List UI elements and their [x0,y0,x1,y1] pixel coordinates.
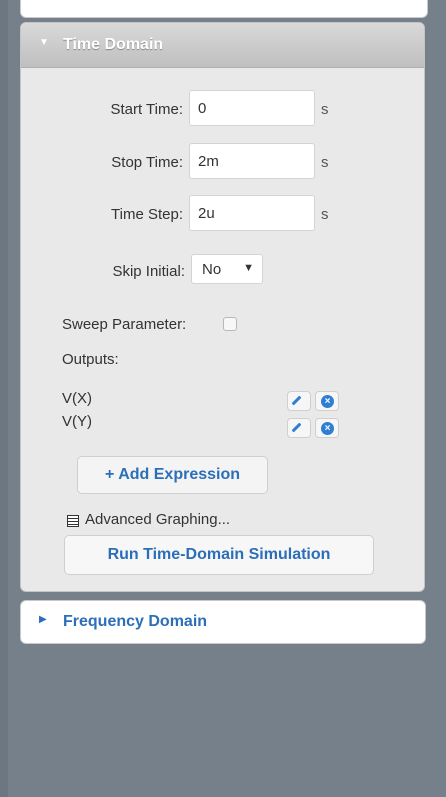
caret-down-icon: ▼ [39,37,49,48]
edit-output-vy-button[interactable] [287,418,311,438]
list-icon [67,515,79,527]
sweep-parameter-checkbox[interactable] [223,317,237,331]
stop-time-input[interactable]: 2m [189,143,315,179]
dropdown-caret-icon: ▼ [243,262,254,274]
edit-output-vx-button[interactable] [287,391,311,411]
run-time-domain-simulation-button[interactable]: Run Time-Domain Simulation [64,535,374,575]
time-step-label: Time Step: [111,206,183,223]
caret-right-icon: ▶ [39,614,47,625]
add-expression-button[interactable]: + Add Expression [77,456,268,494]
sweep-parameter-label: Sweep Parameter: [62,316,187,333]
skip-initial-label: Skip Initial: [112,263,185,280]
output-item-vy: V(Y) [62,413,92,430]
start-time-unit: s [321,101,329,118]
frequency-domain-panel[interactable]: ▶ Frequency Domain [20,600,426,644]
time-domain-title: Time Domain [63,36,164,53]
close-circle-icon: × [321,422,334,435]
output-item-vx: V(X) [62,390,92,407]
sidebar: ▼ Time Domain Start Time: 0 s Stop Time:… [0,0,446,797]
pencil-icon [291,422,302,433]
time-domain-panel: ▼ Time Domain Start Time: 0 s Stop Time:… [20,22,425,592]
frequency-domain-title: Frequency Domain [63,613,208,630]
stop-time-unit: s [321,154,329,171]
remove-output-vy-button[interactable]: × [315,418,339,438]
skip-initial-select[interactable]: No ▼ [191,254,263,284]
outputs-label: Outputs: [62,351,119,368]
start-time-label: Start Time: [110,101,183,118]
sidebar-edge [0,0,8,797]
skip-initial-value: No [202,261,222,278]
start-time-input[interactable]: 0 [189,90,315,126]
time-domain-header[interactable]: ▼ Time Domain [21,23,424,68]
time-step-unit: s [321,206,329,223]
stop-time-label: Stop Time: [111,154,183,171]
close-circle-icon: × [321,395,334,408]
advanced-graphing-link[interactable]: Advanced Graphing... [85,511,230,528]
remove-output-vx-button[interactable]: × [315,391,339,411]
pencil-icon [291,395,302,406]
previous-panel [20,0,428,18]
time-step-input[interactable]: 2u [189,195,315,231]
